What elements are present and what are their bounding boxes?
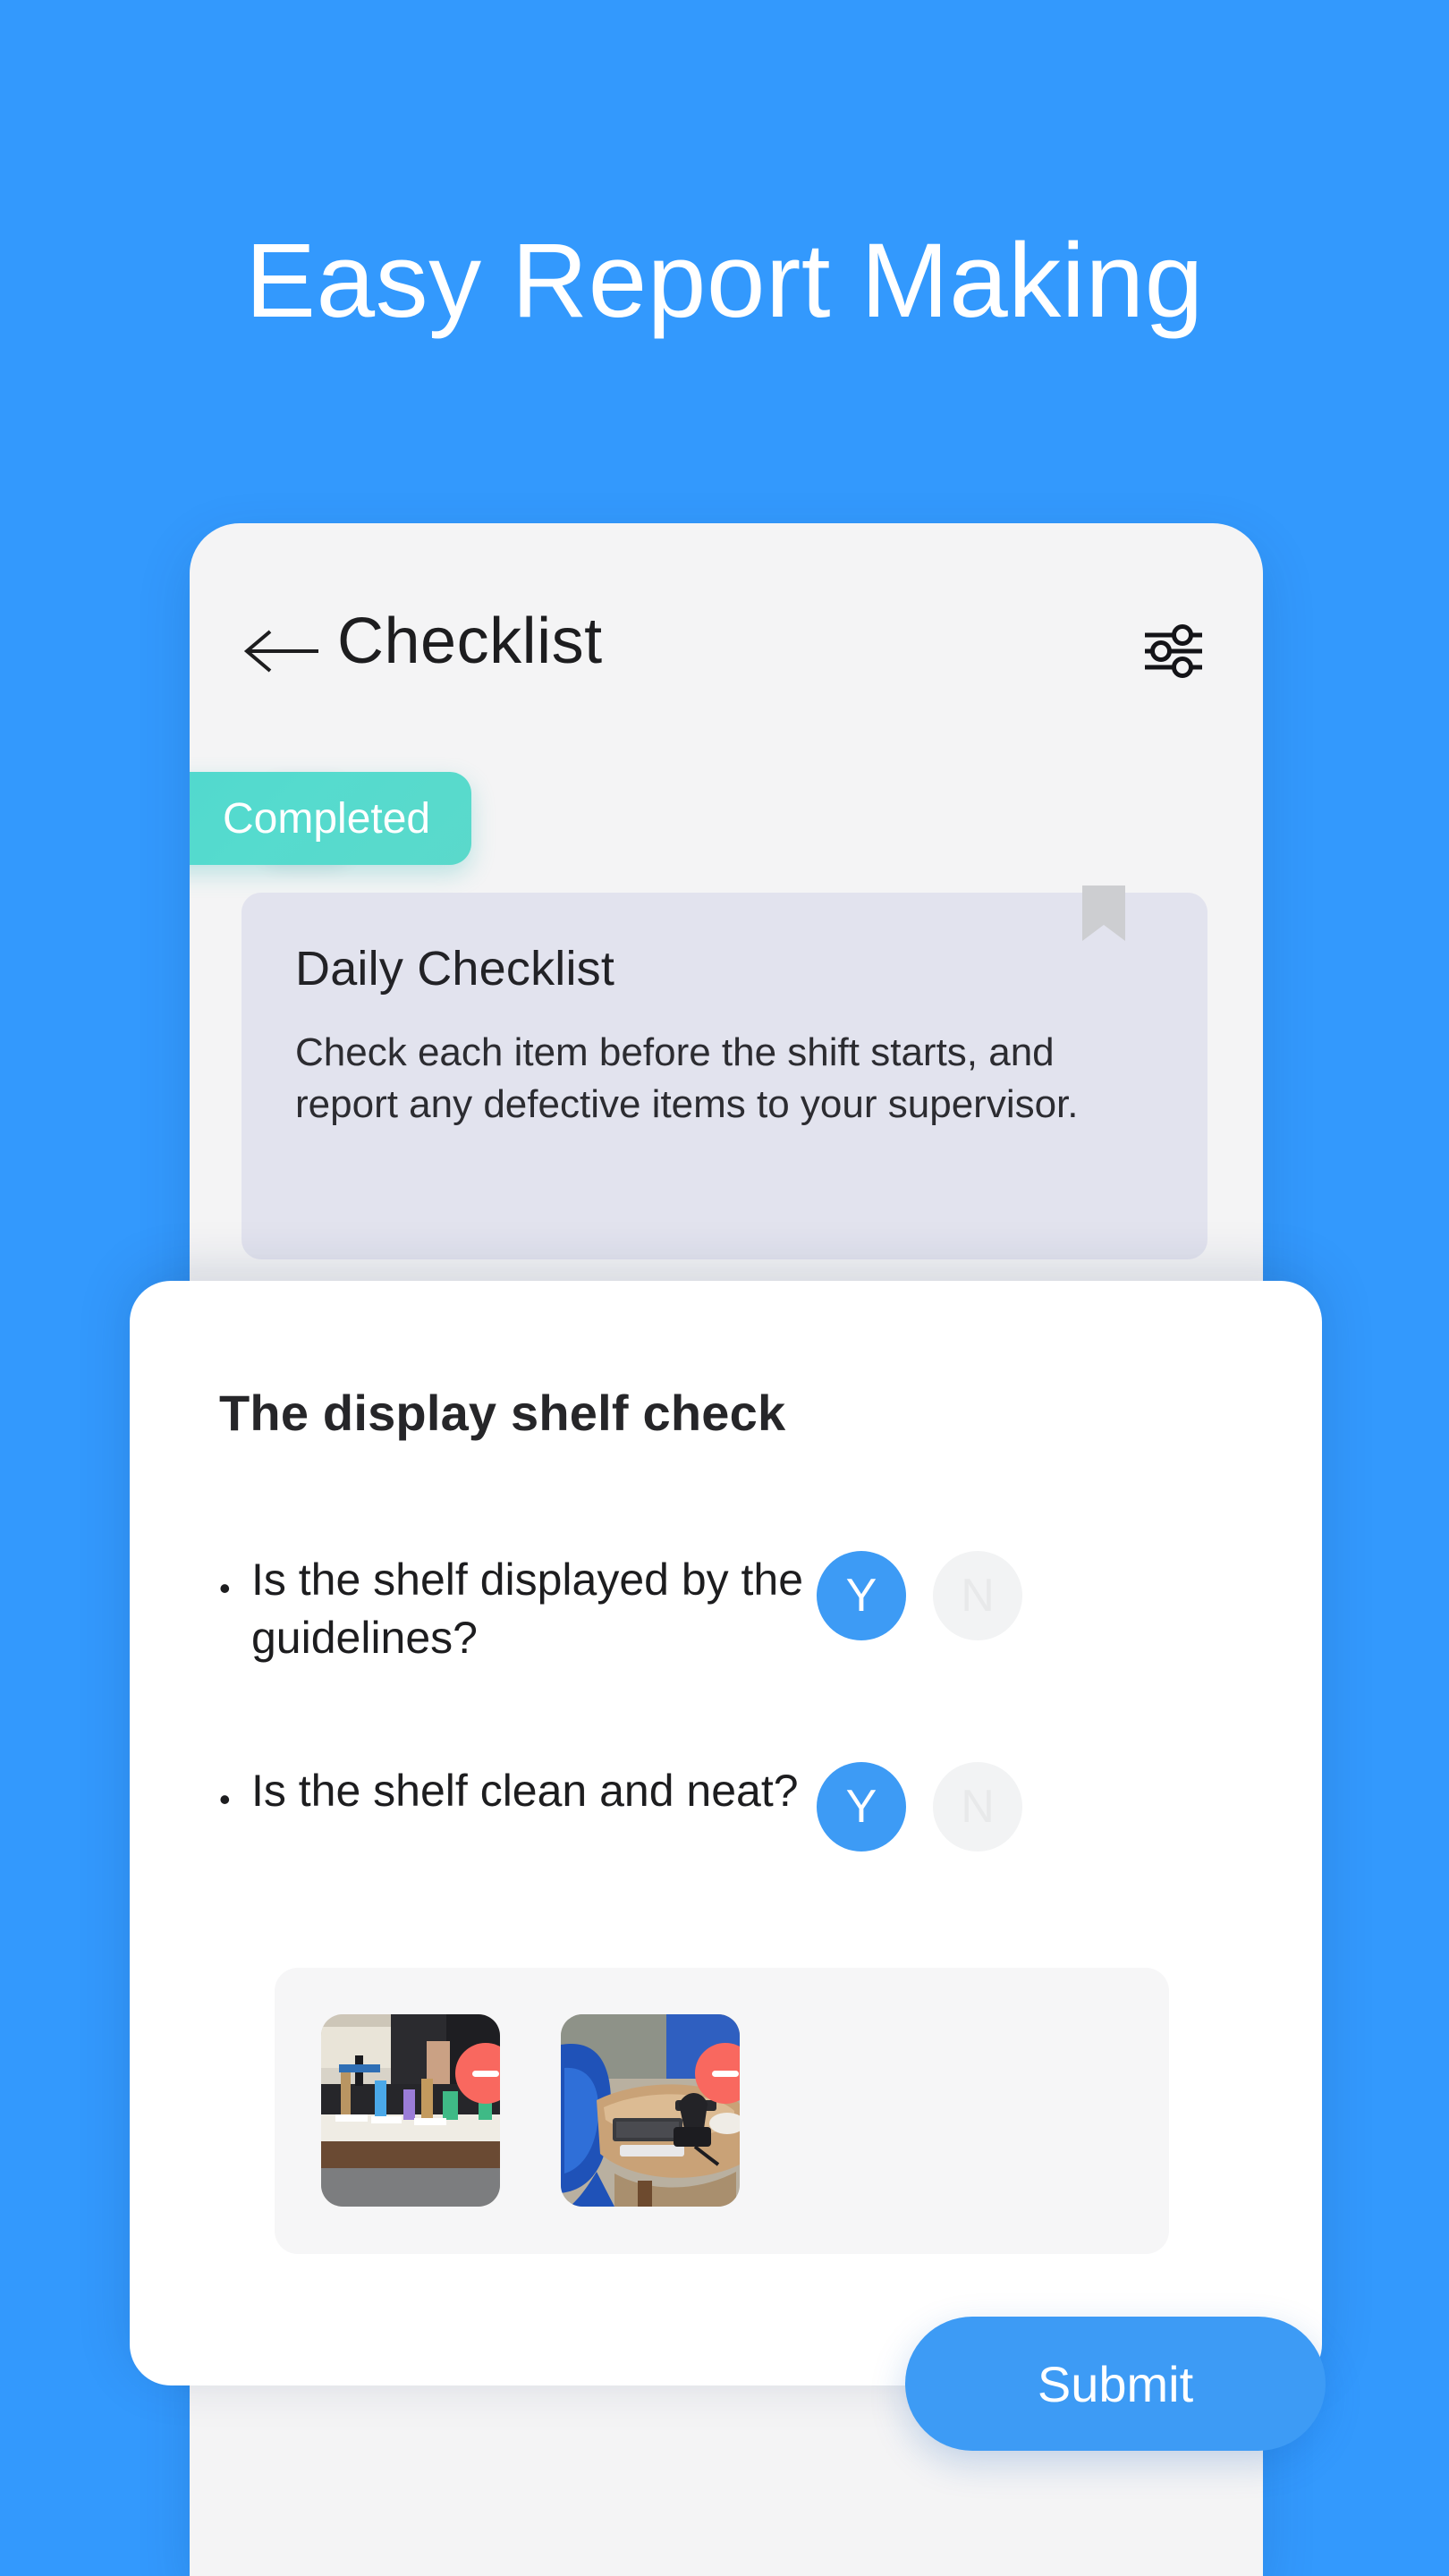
app-bar: Checklist <box>190 606 1263 716</box>
photo-thumbnail[interactable] <box>321 2014 500 2207</box>
answer-group: Y N <box>817 1762 1022 1852</box>
laptop-on-table-photo <box>561 2014 740 2207</box>
daily-checklist-description: Check each item before the shift starts,… <box>295 1030 1079 1127</box>
question-row: • Is the shelf displayed by the guidelin… <box>219 1551 1257 1667</box>
answer-yes-button[interactable]: Y <box>817 1762 906 1852</box>
bullet-icon: • <box>219 1570 231 1606</box>
status-badge[interactable]: Completed <box>190 772 472 865</box>
answer-yes-button[interactable]: Y <box>817 1551 906 1640</box>
status-chip-row: Completed <box>190 772 1263 879</box>
phone-display-shelf-photo <box>321 2014 500 2207</box>
submit-button-label: Submit <box>1037 2355 1194 2412</box>
status-badge-label: Completed <box>223 794 431 843</box>
minus-bar <box>712 2070 739 2077</box>
checklist-detail-sheet: The display shelf check • Is the shelf d… <box>130 1281 1322 2385</box>
answer-no-button[interactable]: N <box>933 1551 1022 1640</box>
question-text: Is the shelf displayed by the guidelines… <box>251 1555 804 1663</box>
promo-headline: Easy Report Making <box>245 222 1204 340</box>
submit-button[interactable]: Submit <box>905 2317 1326 2451</box>
minus-bar <box>472 2070 499 2077</box>
answer-group: Y N <box>817 1551 1022 1640</box>
photo-thumbnail[interactable] <box>561 2014 740 2207</box>
page-title: Checklist <box>337 606 603 677</box>
answer-no-button[interactable]: N <box>933 1762 1022 1852</box>
promo-screenshot: Easy Report Making Checklist Completed D… <box>0 0 1449 2576</box>
question-text: Is the shelf clean and neat? <box>251 1766 799 1816</box>
sheet-title: The display shelf check <box>219 1385 786 1441</box>
question-row: • Is the shelf clean and neat? Y N <box>219 1762 1257 1852</box>
photo-attachment-strip <box>275 1968 1169 2254</box>
sliders-filter-icon[interactable] <box>1140 617 1208 685</box>
bookmark-icon[interactable] <box>1082 886 1125 941</box>
arrow-left-icon[interactable] <box>243 624 322 678</box>
daily-checklist-card[interactable]: Daily Checklist Check each item before t… <box>242 886 1208 1259</box>
bullet-icon: • <box>219 1781 231 1818</box>
daily-checklist-title: Daily Checklist <box>295 942 615 996</box>
